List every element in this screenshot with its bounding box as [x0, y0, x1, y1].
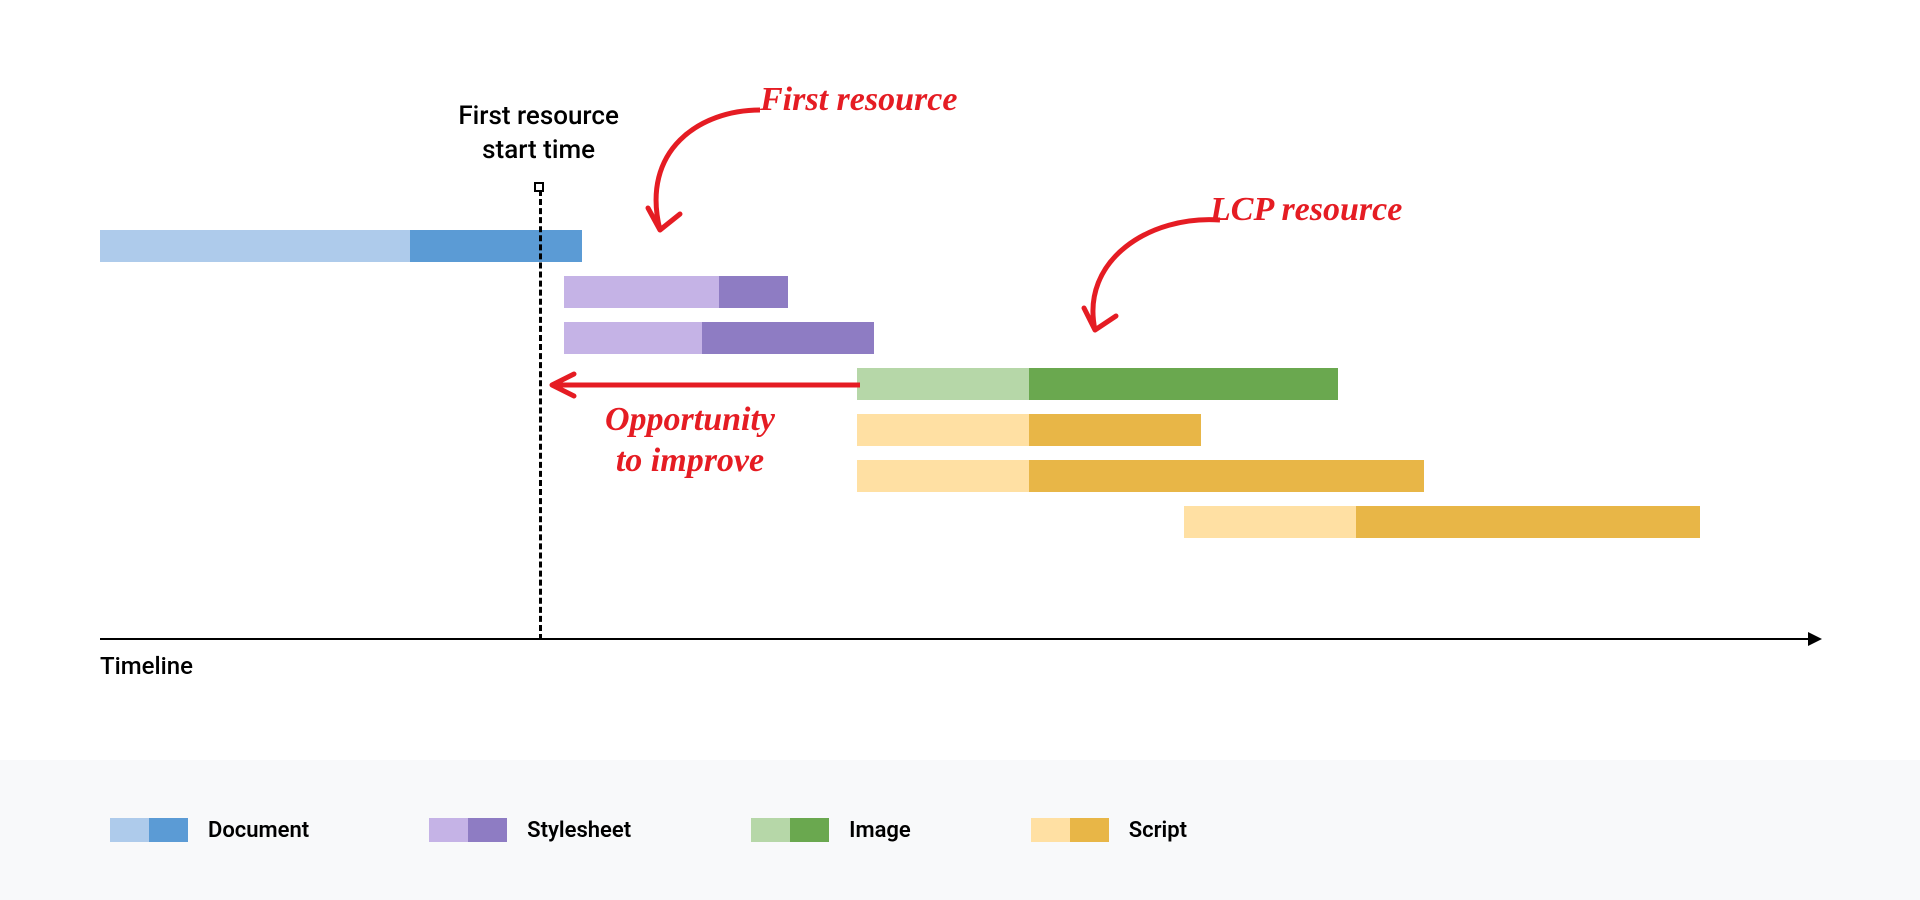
legend-swatch-icon: [110, 818, 188, 842]
legend-item: Image: [751, 818, 911, 843]
waterfall-bar-script: [857, 460, 1425, 492]
marker-dashed-line: [539, 190, 542, 640]
legend-item: Stylesheet: [429, 818, 631, 843]
legend-swatch-icon: [429, 818, 507, 842]
axis-label: Timeline: [100, 652, 193, 680]
waterfall-bar-stylesheet: [564, 276, 788, 308]
timeline-axis: [100, 638, 1820, 640]
legend-label: Stylesheet: [527, 818, 631, 843]
legend-item: Script: [1031, 818, 1187, 843]
axis-arrowhead-icon: [1808, 632, 1822, 646]
legend-label: Script: [1129, 818, 1187, 843]
waterfall-bar-stylesheet: [564, 322, 874, 354]
annotation-first-resource: First resource: [760, 80, 957, 121]
waterfall-bar-document: [100, 230, 582, 262]
legend-swatch-icon: [751, 818, 829, 842]
waterfall-bar-script: [1184, 506, 1700, 538]
legend: Document Stylesheet Image Script: [0, 760, 1920, 900]
waterfall-bar-script: [857, 414, 1201, 446]
arrow-first-resource-icon: [600, 100, 780, 260]
legend-swatch-icon: [1031, 818, 1109, 842]
waterfall-bar-image: [857, 368, 1339, 400]
legend-item: Document: [110, 818, 309, 843]
legend-label: Document: [208, 818, 309, 843]
waterfall-chart: [100, 80, 1820, 640]
arrow-lcp-resource-icon: [1040, 210, 1240, 360]
arrow-opportunity-icon: [540, 370, 870, 400]
annotation-opportunity: Opportunityto improve: [560, 400, 820, 482]
legend-label: Image: [849, 818, 911, 843]
